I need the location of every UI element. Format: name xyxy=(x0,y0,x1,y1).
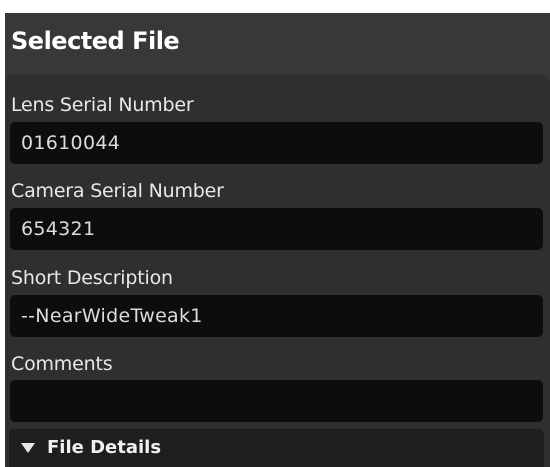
short-description-label: Short Description xyxy=(11,267,173,289)
camera-serial-label: Camera Serial Number xyxy=(11,180,224,202)
selected-file-panel: Selected File Lens Serial Number 0161004… xyxy=(5,13,550,467)
camera-serial-input[interactable]: 654321 xyxy=(10,208,543,250)
file-details-expander[interactable]: File Details xyxy=(9,429,544,467)
lens-serial-input[interactable]: 01610044 xyxy=(10,122,543,164)
comments-label: Comments xyxy=(11,353,113,375)
panel-header: Selected File xyxy=(5,13,550,75)
triangle-down-icon xyxy=(21,443,35,453)
section-title: Selected File xyxy=(11,27,180,55)
canvas: Selected File Lens Serial Number 0161004… xyxy=(0,0,550,467)
details-body: Lens Serial Number 01610044 Camera Seria… xyxy=(5,75,550,467)
comments-input[interactable] xyxy=(10,380,543,422)
lens-serial-label: Lens Serial Number xyxy=(11,94,194,116)
short-description-input[interactable]: --NearWideTweak1 xyxy=(10,295,543,337)
file-details-label: File Details xyxy=(47,437,162,458)
